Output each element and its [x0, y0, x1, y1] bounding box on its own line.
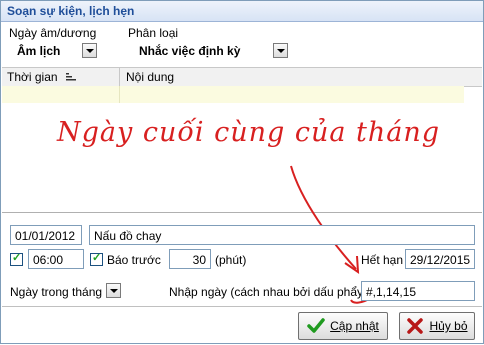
update-button-label: Cập nhật [330, 319, 379, 333]
day-mode-value[interactable]: Ngày trong tháng [10, 285, 102, 299]
checkmark-icon [307, 318, 325, 333]
close-icon [407, 318, 424, 334]
remind-unit-label: (phút) [215, 253, 247, 267]
remind-checkbox[interactable] [90, 251, 103, 266]
footer-divider [2, 306, 482, 307]
update-button[interactable]: Cập nhật [298, 312, 388, 340]
cancel-button[interactable]: Hủy bỏ [399, 312, 475, 340]
input-days-label: Nhập ngày (cách nhau bởi dấu phẩy) [169, 285, 367, 299]
cancel-button-label: Hủy bỏ [429, 319, 468, 333]
event-time-field[interactable]: 06:00 [28, 249, 84, 269]
expire-date-field[interactable]: 29/12/2015 [405, 249, 475, 269]
time-checkbox[interactable] [10, 251, 23, 266]
remind-label: Báo trước [107, 253, 161, 267]
event-date-field[interactable]: 01/01/2012 [10, 225, 82, 245]
event-content-field[interactable]: Nấu đồ chay [89, 225, 475, 245]
input-days-field[interactable]: #,1,14,15 [361, 281, 475, 301]
expire-label: Hết hạn [361, 253, 404, 267]
event-editor-window: Soạn sự kiện, lịch hẹn Ngày âm/dương Âm … [0, 0, 484, 344]
remind-minutes-field[interactable]: 30 [169, 249, 211, 269]
day-mode-dropdown-icon[interactable] [106, 283, 121, 298]
